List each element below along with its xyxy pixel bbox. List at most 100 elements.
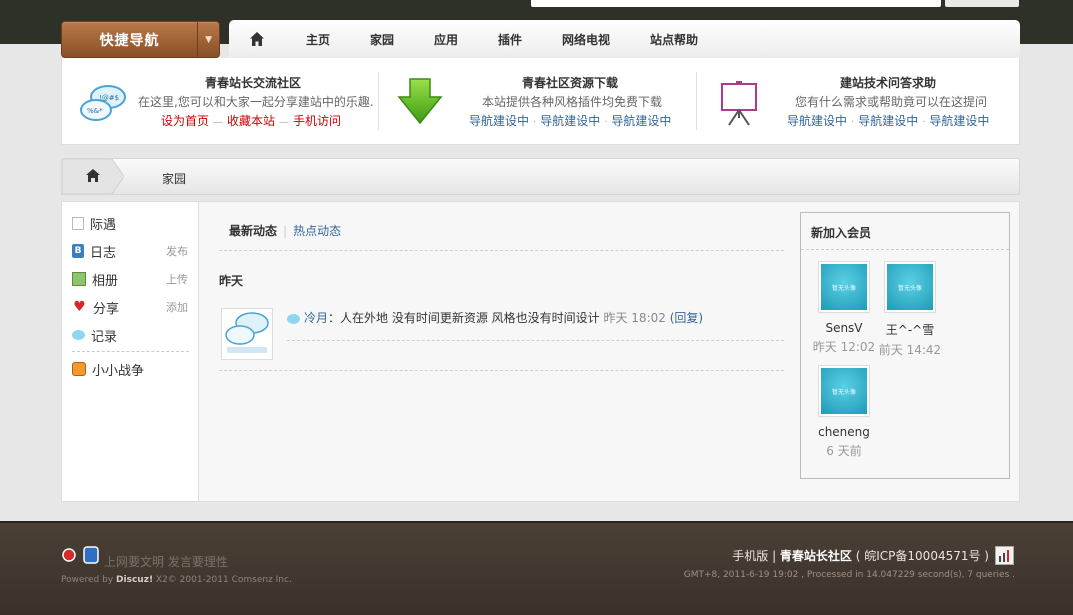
info-links: 导航建设中 · 导航建设中 · 导航建设中 bbox=[787, 114, 990, 128]
chevron-down-icon[interactable]: ▼ bbox=[197, 22, 219, 57]
feed-text: ：人在外地 没有时间更新资源 风格也没有时间设计 bbox=[328, 311, 600, 325]
quick-nav-button[interactable]: 快捷导航 ▼ bbox=[61, 21, 220, 58]
bookmark-link[interactable]: 收藏本站 bbox=[227, 114, 275, 128]
nav-item-family[interactable]: 家园 bbox=[370, 31, 394, 48]
info-desc: 本站提供各种风格插件均免费下载 bbox=[482, 95, 663, 109]
avatar[interactable]: 暂无头像 bbox=[818, 261, 870, 313]
sidebar-item-record[interactable]: 记录 bbox=[72, 325, 192, 345]
powered-by: Powered by Discuz! X2© 2001-2011 Comsenz… bbox=[61, 575, 292, 585]
stats-icon[interactable] bbox=[995, 546, 1014, 565]
member-name[interactable]: 王^-^雪 bbox=[877, 321, 943, 338]
add-link[interactable]: 添加 bbox=[166, 299, 188, 315]
svg-text:!@#$: !@#$ bbox=[99, 94, 119, 102]
avatar-placeholder-text: 暂无头像 bbox=[831, 284, 856, 292]
frame-icon bbox=[72, 216, 84, 230]
mobile-link[interactable]: 手机访问 bbox=[293, 114, 341, 128]
sidebar-item-blog[interactable]: B 日志 发布 bbox=[72, 241, 192, 261]
nav-item-plugins[interactable]: 插件 bbox=[498, 31, 522, 48]
info-title: 建站技术问答求助 bbox=[840, 76, 937, 90]
chat-bubbles-icon bbox=[225, 312, 269, 353]
nav-building-link[interactable]: 导航建设中 bbox=[469, 114, 529, 128]
info-band: !@#$ %&* 青春站长交流社区 在这里,您可以和大家一起分享建站中的乐趣. … bbox=[61, 58, 1020, 145]
nav-item-help[interactable]: 站点帮助 bbox=[650, 31, 698, 48]
set-homepage-link[interactable]: 设为首页 bbox=[161, 114, 209, 128]
game-icon bbox=[72, 362, 86, 376]
member-item[interactable]: 暂无头像 cheneng 6 天前 bbox=[811, 365, 877, 459]
sidebar-item-label: 分享 bbox=[93, 301, 120, 317]
main-content: 际遇 B 日志 发布 相册 上传 ♥ 分享 添加 记录 小小战争 最新动态 | 热点… bbox=[61, 201, 1020, 502]
discuz-link[interactable]: Discuz! bbox=[116, 575, 153, 585]
avatar[interactable]: 暂无头像 bbox=[818, 365, 870, 417]
sidebar-item-label: 小小战争 bbox=[92, 363, 145, 379]
home-icon[interactable] bbox=[249, 31, 265, 47]
member-name[interactable]: SensV bbox=[811, 321, 877, 335]
panel-title: 新加入会员 bbox=[801, 213, 1009, 250]
presentation-board-icon bbox=[721, 81, 757, 126]
icp-link[interactable]: ( 皖ICP备10004571号 ) bbox=[856, 549, 989, 563]
footer: 上网要文明 发言要理性 Powered by Discuz! X2© 2001-… bbox=[0, 521, 1073, 615]
download-arrow-icon bbox=[397, 78, 443, 125]
nav-building-link[interactable]: 导航建设中 bbox=[787, 114, 847, 128]
member-item[interactable]: 暂无头像 王^-^雪 前天 14:42 bbox=[877, 261, 943, 358]
divider bbox=[72, 351, 189, 352]
avatar-placeholder-text: 暂无头像 bbox=[831, 388, 856, 396]
search-input[interactable] bbox=[531, 0, 941, 7]
breadcrumb-home-link[interactable] bbox=[62, 159, 124, 194]
nav-building-link[interactable]: 导航建设中 bbox=[929, 114, 989, 128]
reply-link[interactable]: (回复) bbox=[670, 311, 703, 325]
search-button[interactable] bbox=[945, 0, 1019, 7]
nav-building-link[interactable]: 导航建设中 bbox=[611, 114, 671, 128]
sidebar-item-encounter[interactable]: 际遇 bbox=[72, 213, 192, 233]
police-badge-icon bbox=[62, 546, 99, 564]
info-title: 青春站长交流社区 bbox=[205, 76, 302, 90]
publish-link[interactable]: 发布 bbox=[166, 243, 188, 259]
sidebar-item-album[interactable]: 相册 上传 bbox=[72, 269, 192, 289]
sidebar-item-share[interactable]: ♥ 分享 添加 bbox=[72, 297, 192, 317]
main-nav: 主页 家园 应用 插件 网络电视 站点帮助 bbox=[229, 20, 1020, 58]
sidebar-item-war-game[interactable]: 小小战争 bbox=[72, 359, 192, 379]
mobile-version-link[interactable]: 手机版 bbox=[732, 549, 768, 563]
nav-building-link[interactable]: 导航建设中 bbox=[858, 114, 918, 128]
nav-item-tv[interactable]: 网络电视 bbox=[562, 31, 610, 48]
avatar-placeholder-text: 暂无头像 bbox=[897, 284, 922, 292]
powered-rest: X2© 2001-2011 Comsenz Inc. bbox=[153, 575, 292, 585]
chat-bubbles-icon: !@#$ %&* bbox=[80, 85, 126, 121]
member-time: 6 天前 bbox=[826, 444, 862, 458]
divider bbox=[287, 340, 784, 341]
tab-hot[interactable]: 热点动态 bbox=[293, 224, 341, 238]
speech-bubble-icon bbox=[72, 330, 85, 340]
feed-user-link[interactable]: 冷月 bbox=[304, 311, 328, 325]
avatar[interactable] bbox=[221, 308, 273, 360]
member-time: 昨天 12:02 bbox=[812, 340, 876, 354]
day-label: 昨天 bbox=[219, 274, 244, 288]
member-time: 前天 14:42 bbox=[878, 343, 942, 357]
heart-icon: ♥ bbox=[73, 299, 86, 315]
nav-item-home[interactable]: 主页 bbox=[306, 31, 330, 48]
sidebar-item-label: 记录 bbox=[91, 329, 118, 345]
member-name[interactable]: cheneng bbox=[811, 425, 877, 439]
photo-icon bbox=[72, 272, 86, 286]
quick-nav-label: 快捷导航 bbox=[99, 32, 160, 49]
info-links: 设为首页 — 收藏本站 — 手机访问 bbox=[161, 114, 342, 128]
member-item[interactable]: 暂无头像 SensV 昨天 12:02 bbox=[811, 261, 877, 355]
feed-tabs: 最新动态 | 热点动态 bbox=[229, 224, 342, 238]
feed-time: 昨天 18:02 bbox=[603, 311, 666, 325]
new-members-panel: 新加入会员 暂无头像 SensV 昨天 12:02 暂无头像 王^-^雪 前天 … bbox=[800, 212, 1010, 479]
nav-item-apps[interactable]: 应用 bbox=[434, 31, 458, 48]
upload-link[interactable]: 上传 bbox=[166, 271, 188, 287]
footer-slogan: 上网要文明 发言要理性 bbox=[104, 555, 228, 569]
feed: 最新动态 | 热点动态 昨天 冷月：人在外地 没有时间更新资源 风格也没有时间设计 … bbox=[219, 202, 784, 501]
avatar[interactable]: 暂无头像 bbox=[884, 261, 936, 313]
feed-entry: 冷月：人在外地 没有时间更新资源 风格也没有时间设计 昨天 18:02 (回复) bbox=[287, 309, 703, 326]
nav-building-link[interactable]: 导航建设中 bbox=[540, 114, 600, 128]
sidebar: 际遇 B 日志 发布 相册 上传 ♥ 分享 添加 记录 小小战争 bbox=[62, 202, 199, 501]
info-links: 导航建设中 · 导航建设中 · 导航建设中 bbox=[469, 114, 672, 128]
divider bbox=[219, 250, 784, 251]
info-title: 青春社区资源下载 bbox=[522, 76, 619, 90]
info-desc: 您有什么需求或帮助竟可以在这提问 bbox=[795, 95, 988, 109]
footer-links: 手机版 | 青春站长社区 ( 皖ICP备10004571号 ) bbox=[732, 549, 989, 563]
divider bbox=[219, 370, 784, 371]
footer-stats: GMT+8, 2011-6-19 19:02 , Processed in 14… bbox=[683, 570, 1015, 580]
tab-latest[interactable]: 最新动态 bbox=[229, 224, 277, 238]
site-name-link[interactable]: 青春站长社区 bbox=[780, 549, 852, 563]
